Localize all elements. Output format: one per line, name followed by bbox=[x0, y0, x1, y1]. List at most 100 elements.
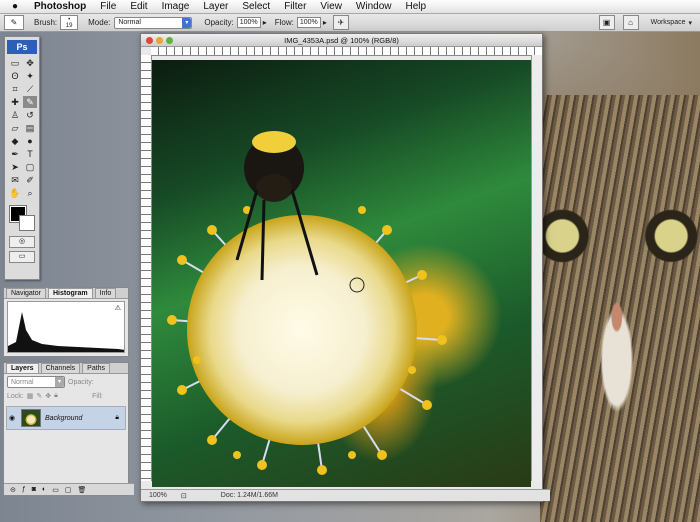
link-icon[interactable]: ⊝ bbox=[10, 486, 16, 494]
type-tool-icon[interactable]: T bbox=[23, 148, 37, 160]
file-browser-button[interactable]: ⌂ bbox=[622, 15, 639, 30]
crop-tool-icon[interactable]: ⌗ bbox=[8, 83, 22, 95]
mode-select[interactable]: Normal ▾ bbox=[114, 16, 193, 29]
chevron-down-icon: ▾ bbox=[55, 377, 64, 387]
lock-move-icon[interactable]: ✥ bbox=[45, 392, 51, 400]
menu-view[interactable]: View bbox=[320, 1, 342, 12]
healing-brush-tool-icon[interactable]: ✚ bbox=[8, 96, 22, 108]
eyedropper-tool-icon[interactable]: ✐ bbox=[23, 174, 37, 186]
horizontal-ruler[interactable] bbox=[151, 47, 542, 56]
lock-brush-icon[interactable]: ✎ bbox=[36, 392, 42, 400]
image-canvas[interactable] bbox=[152, 60, 531, 487]
color-swatches bbox=[8, 204, 36, 232]
lock-all-icon[interactable]: 🔒︎ bbox=[54, 392, 58, 400]
move-tool-icon[interactable]: ✥ bbox=[23, 57, 37, 69]
brush-label: Brush: bbox=[34, 18, 58, 27]
airbrush-button[interactable]: ✈ bbox=[332, 15, 349, 30]
opacity-input[interactable]: 100% bbox=[236, 17, 261, 28]
pen-tool-icon[interactable]: ✒ bbox=[8, 148, 22, 160]
menu-window[interactable]: Window bbox=[356, 1, 392, 12]
flow-input[interactable]: 100% bbox=[296, 17, 321, 28]
ps-logo[interactable]: Ps bbox=[7, 40, 37, 54]
status-menu-icon[interactable]: ⊡ bbox=[181, 492, 187, 500]
history-brush-tool-icon[interactable]: ↺ bbox=[23, 109, 37, 121]
palette-well-button[interactable]: ▣ bbox=[598, 15, 615, 30]
new-layer-icon[interactable]: ▢ bbox=[65, 486, 72, 494]
histogram-graph: ⚠ bbox=[7, 301, 125, 353]
mask-icon[interactable]: ◙ bbox=[32, 486, 36, 493]
notes-tool-icon[interactable]: ✉ bbox=[8, 174, 22, 186]
background-color-swatch[interactable] bbox=[19, 215, 35, 231]
opacity-arrow-icon[interactable]: ▸ bbox=[263, 18, 267, 27]
tab-navigator[interactable]: Navigator bbox=[6, 288, 46, 298]
menu-help[interactable]: Help bbox=[406, 1, 427, 12]
chevron-down-icon: ▾ bbox=[688, 19, 692, 27]
layer-style-icon[interactable]: ƒ bbox=[22, 486, 26, 493]
trash-icon[interactable]: 🗑︎ bbox=[78, 486, 87, 494]
toolbox: Ps ▭ ✥ ʘ ✦ ⌗ ⟋ ✚ ✎ ♙ ↺ ▱ ▤ ◆ ● ✒ T ➤ ▢ ✉… bbox=[4, 36, 40, 280]
clone-stamp-tool-icon[interactable]: ♙ bbox=[8, 109, 22, 121]
tab-info[interactable]: Info bbox=[94, 288, 117, 298]
menu-filter[interactable]: Filter bbox=[284, 1, 306, 12]
eraser-tool-icon[interactable]: ▱ bbox=[8, 122, 22, 134]
brush-tool-icon[interactable]: ✎ bbox=[23, 96, 37, 108]
doc-size: Doc: 1.24M/1.66M bbox=[220, 492, 278, 499]
document-status-bar: 100% ⊡ Doc: 1.24M/1.66M bbox=[141, 489, 550, 501]
zoom-tool-icon[interactable]: ⌕ bbox=[23, 187, 37, 199]
tab-channels[interactable]: Channels bbox=[40, 363, 81, 373]
menu-file[interactable]: File bbox=[100, 1, 116, 12]
new-group-icon[interactable]: ▭ bbox=[52, 486, 59, 494]
layer-row-background[interactable]: ◉ Background 🔒︎ bbox=[6, 406, 126, 430]
adjustment-icon[interactable]: ◐ bbox=[42, 486, 46, 493]
screen-mode-button[interactable]: ▭ bbox=[9, 251, 35, 263]
blend-mode-select[interactable]: Normal ▾ bbox=[7, 376, 65, 388]
bee-flower-photo bbox=[167, 131, 447, 475]
tab-paths[interactable]: Paths bbox=[82, 363, 111, 373]
blur-tool-icon[interactable]: ◆ bbox=[8, 135, 22, 147]
flow-label: Flow: bbox=[274, 18, 294, 27]
menu-layer[interactable]: Layer bbox=[203, 1, 228, 12]
menu-edit[interactable]: Edit bbox=[130, 1, 147, 12]
app-name[interactable]: Photoshop bbox=[34, 1, 86, 12]
eye-icon[interactable]: ◉ bbox=[7, 414, 17, 422]
histogram-palette: Navigator Histogram Info ⚠ bbox=[3, 287, 129, 357]
menu-bar: ● Photoshop File Edit Image Layer Select… bbox=[0, 0, 700, 14]
vertical-scrollbar[interactable] bbox=[531, 55, 542, 481]
slice-tool-icon[interactable]: ⟋ bbox=[23, 83, 37, 95]
flow-arrow-icon[interactable]: ▸ bbox=[323, 18, 327, 27]
vertical-ruler[interactable] bbox=[141, 55, 152, 481]
menu-select[interactable]: Select bbox=[242, 1, 270, 12]
path-selection-tool-icon[interactable]: ➤ bbox=[8, 161, 22, 173]
menu-image[interactable]: Image bbox=[162, 1, 190, 12]
airbrush-icon: ✈ bbox=[337, 18, 345, 27]
shape-tool-icon[interactable]: ▢ bbox=[23, 161, 37, 173]
tab-histogram[interactable]: Histogram bbox=[47, 288, 93, 298]
gradient-tool-icon[interactable]: ▤ bbox=[23, 122, 37, 134]
brush-picker[interactable]: • 19 bbox=[60, 15, 79, 30]
zoom-level[interactable]: 100% bbox=[149, 492, 167, 499]
document-window: IMG_4353A.psd @ 100% (RGB/8) 100% ⊡ Doc:… bbox=[140, 33, 550, 502]
opacity-label: Opacity: bbox=[204, 18, 234, 27]
apple-icon[interactable]: ● bbox=[8, 1, 22, 12]
magic-wand-tool-icon[interactable]: ✦ bbox=[23, 70, 37, 82]
brush-icon: ✎ bbox=[10, 18, 18, 27]
cat-photo bbox=[540, 95, 700, 522]
marquee-tool-icon[interactable]: ▭ bbox=[8, 57, 22, 69]
quick-mask-button[interactable]: ◎ bbox=[9, 236, 35, 248]
tab-layers[interactable]: Layers bbox=[6, 363, 39, 373]
lasso-tool-icon[interactable]: ʘ bbox=[8, 70, 22, 82]
workspace-menu[interactable]: Workspace ▾ bbox=[651, 19, 692, 27]
browser-icon: ⌂ bbox=[628, 18, 634, 27]
dodge-tool-icon[interactable]: ● bbox=[23, 135, 37, 147]
histogram-curve bbox=[8, 312, 124, 352]
brush-size: 19 bbox=[65, 22, 73, 29]
layer-opacity-label: Opacity: bbox=[68, 378, 94, 386]
fill-label: Fill: bbox=[92, 392, 103, 400]
tool-preset-picker[interactable]: ✎ bbox=[4, 15, 24, 30]
layer-name: Background bbox=[45, 414, 83, 422]
lock-label: Lock: bbox=[7, 392, 24, 400]
document-title-bar[interactable]: IMG_4353A.psd @ 100% (RGB/8) bbox=[141, 34, 542, 47]
lock-transparency-icon[interactable]: ▦ bbox=[27, 392, 34, 400]
layers-palette: Layers Channels Paths Normal ▾ Opacity: … bbox=[3, 362, 134, 496]
hand-tool-icon[interactable]: ✋ bbox=[8, 187, 22, 199]
